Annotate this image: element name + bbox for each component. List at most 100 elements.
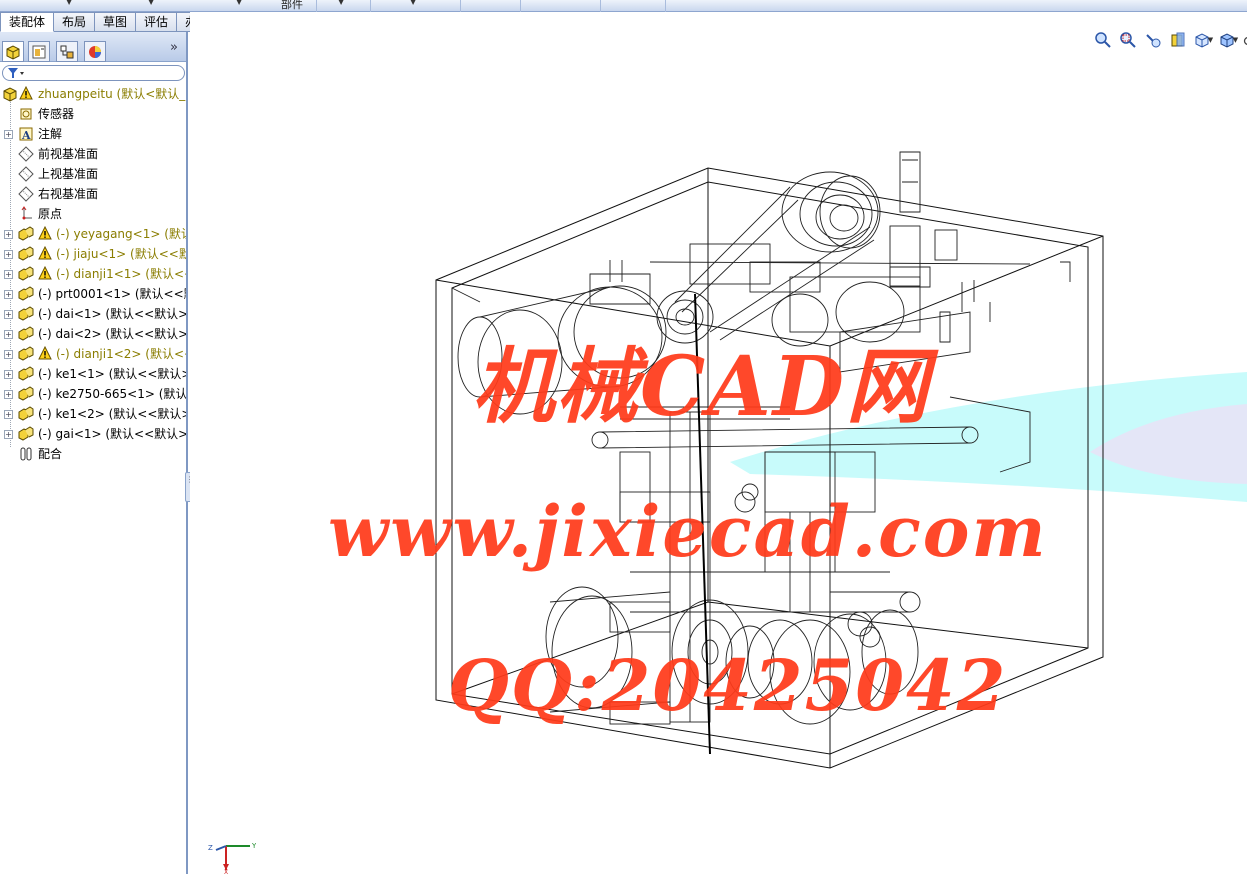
sensor-icon	[18, 106, 34, 122]
tree-item[interactable]: 配合	[0, 444, 186, 464]
tree-item[interactable]: 右视基准面	[0, 184, 186, 204]
triad-x-label: X	[224, 869, 228, 874]
divider	[460, 0, 461, 12]
expand-toggle[interactable]: +	[4, 270, 13, 279]
tree-item-label: (-) dai<1> (默认<<默认>_	[38, 307, 186, 321]
expand-toggle[interactable]: +	[4, 410, 13, 419]
part-icon	[18, 266, 34, 282]
part-icon	[18, 246, 34, 262]
dropdown-caret-icon[interactable]: ▼	[1208, 36, 1213, 44]
feature-tree-tab[interactable]	[2, 41, 24, 62]
tab-sketch[interactable]: 草图	[95, 12, 137, 32]
part-icon	[18, 426, 34, 442]
previous-view-button[interactable]	[1142, 30, 1164, 50]
part-icon	[18, 386, 34, 402]
configuration-manager-icon	[60, 45, 74, 58]
tree-item[interactable]: + (-) dai<2> (默认<<默认>_	[0, 324, 186, 344]
tree-item[interactable]: 前视基准面	[0, 144, 186, 164]
display-manager-icon	[89, 45, 101, 58]
tree-item-label: 前视基准面	[38, 147, 99, 161]
feature-manager-panel: » zhuangpeitu (默认<默认_ 传感器 + A 注解 前视基准面 上视基准面右…	[0, 32, 194, 874]
panel-tab-strip: »	[0, 32, 186, 62]
tree-filter-input[interactable]	[2, 65, 185, 81]
warning-icon	[38, 345, 52, 360]
dropdown-caret-icon[interactable]: ▼	[66, 0, 72, 6]
warning-icon	[38, 225, 52, 240]
divider	[600, 0, 601, 12]
feature-tree: zhuangpeitu (默认<默认_ 传感器 + A 注解 前视基准面 上视基准面 右视基…	[0, 84, 186, 464]
divider	[316, 0, 317, 12]
expand-toggle[interactable]: +	[4, 350, 13, 359]
tab-assembly[interactable]: 装配体	[0, 12, 55, 32]
warning-icon	[38, 245, 52, 260]
tree-item[interactable]: + (-) prt0001<1> (默认<<默	[0, 284, 186, 304]
tree-item[interactable]: 传感器	[0, 104, 186, 124]
section-view-button[interactable]	[1167, 30, 1189, 50]
assembly-icon	[3, 87, 17, 102]
tree-item-label: (-) prt0001<1> (默认<<默	[38, 287, 186, 301]
section-view-icon	[1171, 32, 1185, 47]
tree-item-label: (-) ke2750-665<1> (默认	[38, 387, 186, 401]
display-manager-tab[interactable]	[84, 41, 106, 62]
tree-item-label: (-) yeyagang<1> (默认	[56, 227, 186, 241]
tab-layout[interactable]: 布局	[54, 12, 96, 32]
configuration-manager-tab[interactable]	[56, 41, 78, 62]
tree-item-label: (-) jiaju<1> (默认<<默	[56, 247, 186, 261]
tree-item-label: 配合	[38, 447, 63, 461]
expand-toggle[interactable]: +	[4, 130, 13, 139]
divider	[665, 0, 666, 12]
expand-toggle[interactable]: +	[4, 390, 13, 399]
tree-item-label: 传感器	[38, 107, 75, 121]
triad-z-label: Z	[208, 844, 213, 852]
tree-item-label: (-) dai<2> (默认<<默认>_	[38, 327, 186, 341]
expand-toggle[interactable]: +	[4, 230, 13, 239]
tree-item[interactable]: + (-) dai<1> (默认<<默认>_	[0, 304, 186, 324]
expand-toggle[interactable]: +	[4, 250, 13, 259]
expand-toggle[interactable]: +	[4, 330, 13, 339]
part-icon	[18, 366, 34, 382]
expand-toggle[interactable]: +	[4, 290, 13, 299]
hide-show-items-button[interactable]: ▼	[1242, 30, 1247, 50]
tree-item[interactable]: + (-) dianji1<1> (默认<<	[0, 264, 186, 284]
tree-root[interactable]: zhuangpeitu (默认<默认_	[0, 84, 186, 104]
tree-item[interactable]: 上视基准面	[0, 164, 186, 184]
collapse-panel-button[interactable]: »	[170, 40, 178, 55]
expand-toggle[interactable]: +	[4, 430, 13, 439]
mates-icon	[18, 446, 34, 462]
tree-item[interactable]: + (-) gai<1> (默认<<默认>_	[0, 424, 186, 444]
part-group-label: 部件	[281, 0, 303, 11]
tree-item[interactable]: + (-) yeyagang<1> (默认	[0, 224, 186, 244]
dropdown-caret-icon[interactable]: ▼	[148, 0, 154, 6]
property-manager-tab[interactable]	[28, 41, 50, 62]
tree-item[interactable]: + (-) ke1<1> (默认<<默认>	[0, 364, 186, 384]
tree-item[interactable]: 原点	[0, 204, 186, 224]
filter-icon	[8, 68, 24, 78]
zoom-area-icon	[1120, 32, 1136, 48]
dropdown-caret-icon[interactable]: ▼	[338, 0, 344, 6]
expand-toggle[interactable]: +	[4, 310, 13, 319]
tree-item-label: (-) gai<1> (默认<<默认>_	[38, 427, 186, 441]
graphics-area[interactable]: ▼ ▼ ▼ ▼ ▼ 机械CAD网 w	[190, 12, 1247, 874]
tab-evaluate[interactable]: 评估	[136, 12, 178, 32]
tree-item[interactable]: + A 注解	[0, 124, 186, 144]
expand-toggle[interactable]: +	[4, 370, 13, 379]
zoom-to-area-button[interactable]	[1117, 30, 1139, 50]
dropdown-caret-icon[interactable]: ▼	[410, 0, 416, 6]
annotation-icon: A	[18, 126, 34, 142]
warning-icon	[38, 265, 52, 280]
view-orientation-button[interactable]: ▼	[1192, 30, 1214, 50]
tree-root-label: zhuangpeitu (默认<默认_	[38, 87, 186, 101]
tree-item[interactable]: + (-) ke2750-665<1> (默认	[0, 384, 186, 404]
tree-item[interactable]: + (-) jiaju<1> (默认<<默	[0, 244, 186, 264]
reference-triad: Y Z X	[208, 842, 256, 874]
zoom-to-fit-button[interactable]	[1092, 30, 1114, 50]
glasses-icon	[1243, 36, 1247, 46]
display-style-button[interactable]: ▼	[1217, 30, 1239, 50]
tree-item[interactable]: + (-) ke1<2> (默认<<默认>	[0, 404, 186, 424]
divider	[520, 0, 521, 12]
dropdown-caret-icon[interactable]: ▼	[236, 0, 242, 6]
dropdown-caret-icon[interactable]: ▼	[1233, 36, 1238, 44]
tree-item[interactable]: + (-) dianji1<2> (默认<<	[0, 344, 186, 364]
zoom-fit-icon	[1095, 32, 1111, 48]
tree-item-label: 右视基准面	[38, 187, 99, 201]
